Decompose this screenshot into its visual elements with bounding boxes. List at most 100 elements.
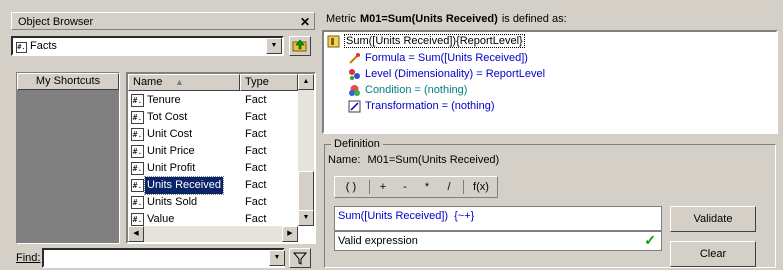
scroll-left-icon[interactable]: ◀	[128, 226, 144, 242]
filter-icon	[292, 252, 308, 265]
fact-icon: #.	[131, 196, 144, 209]
shortcuts-header[interactable]: My Shortcuts	[17, 73, 119, 90]
up-folder-icon	[292, 39, 307, 52]
metric-name: M01=Sum(Units Received)	[359, 13, 498, 25]
item-type: Fact	[245, 196, 267, 208]
object-list: Name ▲ Type #. Tenure Fact #. Tot Cost Fact …	[126, 72, 316, 244]
multiply-button[interactable]: *	[417, 179, 437, 195]
find-input[interactable]	[42, 248, 285, 268]
item-type: Fact	[245, 179, 267, 191]
fact-icon: #.	[131, 162, 144, 175]
tree-item-transformation[interactable]: Transformation = (nothing)	[348, 98, 495, 114]
item-name: Units Received	[144, 176, 224, 195]
metric-icon	[327, 35, 340, 48]
find-label: Find:	[16, 252, 41, 264]
item-name: Unit Price	[147, 145, 195, 157]
folder-value: Facts	[30, 40, 57, 52]
validation-status: Valid expression ✓	[334, 231, 662, 251]
tree-root[interactable]: Sum([Units Received]){ReportLevel}	[327, 33, 525, 49]
up-folder-button[interactable]	[289, 36, 311, 56]
column-header-type[interactable]: Type	[240, 74, 298, 91]
plus-button[interactable]: +	[373, 179, 393, 195]
scroll-thumb[interactable]	[298, 171, 314, 211]
scroll-down-icon[interactable]: ▼	[298, 210, 314, 226]
tree-root-label: Sum([Units Received]){ReportLevel}	[344, 34, 525, 48]
clear-button[interactable]: Clear	[670, 241, 756, 267]
sort-ascending-icon: ▲	[175, 77, 184, 87]
item-type: Fact	[245, 162, 267, 174]
name-value: M01=Sum(Units Received)	[367, 154, 500, 166]
list-item[interactable]: #. Unit Profit Fact	[128, 160, 298, 177]
operator-toolbar: ( ) + - * / f(x)	[334, 176, 498, 198]
item-name: Unit Profit	[147, 162, 196, 174]
tree-item-label: Level (Dimensionality) = ReportLevel	[365, 68, 546, 80]
list-item[interactable]: #. Units Sold Fact	[128, 194, 298, 211]
tree-item-formula[interactable]: Formula = Sum([Units Received])	[348, 50, 528, 66]
folder-dropdown[interactable]: #. Facts ▼	[11, 36, 284, 56]
tree-item-label: Condition = (nothing)	[365, 84, 468, 96]
item-type: Fact	[245, 145, 267, 157]
tree-item-label: Transformation = (nothing)	[365, 100, 495, 112]
filter-button[interactable]	[289, 248, 311, 268]
tree-item-level[interactable]: Level (Dimensionality) = ReportLevel	[348, 66, 545, 82]
horizontal-scrollbar[interactable]: ◀ ▶	[128, 226, 298, 242]
metric-tree: Sum([Units Received]){ReportLevel} Formu…	[322, 30, 778, 134]
metric-heading: Metric M01=Sum(Units Received) is defined …	[326, 13, 567, 25]
metric-suffix: is defined as:	[501, 13, 567, 25]
toolbar-divider	[463, 180, 464, 194]
expression-editor[interactable]: Sum([Units Received]) {~+}	[334, 206, 662, 231]
formula-icon	[349, 52, 360, 64]
item-type: Fact	[245, 111, 267, 123]
object-browser-title: Object Browser	[18, 16, 94, 28]
list-item[interactable]: #. Unit Price Fact	[128, 143, 298, 160]
metric-prefix: Metric	[326, 13, 356, 25]
list-item[interactable]: #. Tenure Fact	[128, 92, 298, 109]
minus-button[interactable]: -	[395, 179, 415, 195]
metric-editor-window: Object Browser ✕ #. Facts ▼ My Shortcuts …	[0, 0, 783, 270]
metric-definition-panel: Metric M01=Sum(Units Received) is defined …	[318, 8, 783, 270]
checkmark-icon: ✓	[644, 232, 656, 248]
fact-icon: #.	[131, 94, 144, 107]
list-item-selected[interactable]: #. Units Received Fact	[128, 176, 298, 195]
list-item[interactable]: #. Unit Cost Fact	[128, 126, 298, 143]
level-icon	[349, 68, 360, 80]
item-name: Tot Cost	[147, 111, 188, 123]
fact-icon: #.	[131, 179, 144, 192]
column-header-name-label: Name	[133, 76, 163, 88]
validate-button[interactable]: Validate	[670, 206, 756, 232]
tree-item-label: Formula = Sum([Units Received])	[365, 52, 528, 64]
item-name: Unit Cost	[147, 128, 193, 140]
scroll-right-icon[interactable]: ▶	[282, 226, 298, 242]
item-name: Tenure	[147, 94, 181, 106]
status-text: Valid expression	[338, 235, 418, 247]
vertical-scrollbar[interactable]: ▲ ▼	[298, 74, 314, 226]
chevron-down-icon[interactable]: ▼	[266, 38, 282, 54]
scroll-up-icon[interactable]: ▲	[298, 74, 314, 90]
definition-name-row: Name: M01=Sum(Units Received)	[328, 154, 499, 166]
function-button[interactable]: f(x)	[467, 179, 495, 195]
item-type: Fact	[245, 128, 267, 140]
definition-legend: Definition	[331, 138, 383, 150]
fact-icon: #.	[131, 111, 144, 124]
transformation-icon	[348, 100, 361, 113]
fact-icon: #.	[16, 42, 27, 53]
condition-icon	[349, 84, 360, 96]
fact-icon: #.	[131, 213, 144, 226]
definition-group: Definition Name: M01=Sum(Units Received)…	[324, 138, 776, 268]
chevron-down-icon[interactable]: ▼	[269, 250, 285, 266]
column-header-name[interactable]: Name ▲	[128, 74, 240, 91]
expression-text: Sum([Units Received])	[338, 210, 449, 222]
name-label: Name:	[328, 154, 361, 166]
fact-icon: #.	[131, 145, 144, 158]
divide-button[interactable]: /	[439, 179, 459, 195]
parentheses-button[interactable]: ( )	[337, 179, 365, 195]
toolbar-divider	[369, 180, 370, 194]
item-type: Fact	[245, 94, 267, 106]
tree-item-condition[interactable]: Condition = (nothing)	[348, 82, 467, 98]
close-icon[interactable]: ✕	[300, 13, 310, 31]
find-row: Find:	[16, 252, 40, 264]
shortcuts-panel: My Shortcuts	[16, 72, 120, 244]
list-item[interactable]: #. Tot Cost Fact	[128, 109, 298, 126]
object-browser-panel: Object Browser ✕ #. Facts ▼ My Shortcuts …	[6, 8, 316, 270]
item-name: Units Sold	[147, 196, 198, 208]
